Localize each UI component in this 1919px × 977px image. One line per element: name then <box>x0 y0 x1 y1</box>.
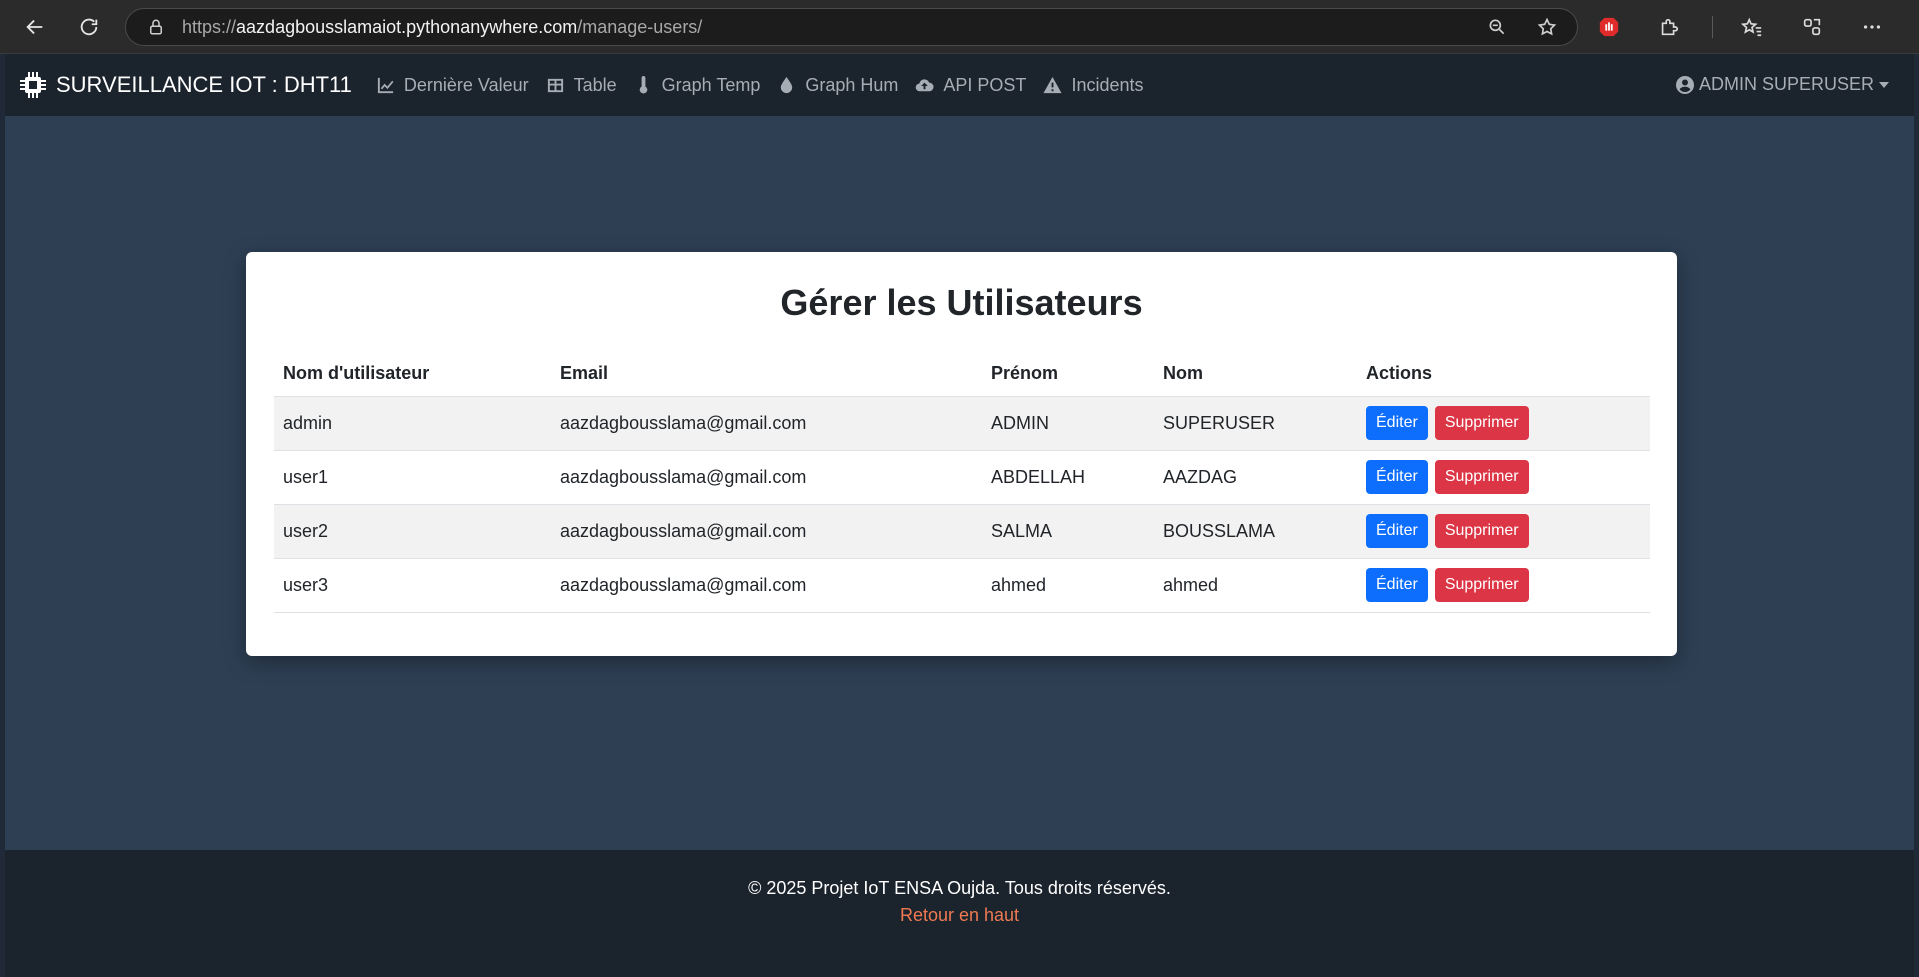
edit-button[interactable]: Éditer <box>1366 568 1428 602</box>
delete-button[interactable]: Supprimer <box>1434 514 1529 548</box>
nav-link-label: Graph Temp <box>661 74 761 95</box>
cell-username: user1 <box>274 450 551 505</box>
warning-icon <box>1043 76 1062 93</box>
brand[interactable]: SURVEILLANCE IOT : DHT11 <box>18 70 352 100</box>
cell-username: user2 <box>274 504 551 559</box>
cell-actions: Éditer Supprimer <box>1357 450 1650 505</box>
delete-button[interactable]: Supprimer <box>1434 568 1529 602</box>
cell-username: admin <box>274 396 551 451</box>
reload-icon[interactable] <box>69 7 109 47</box>
favorite-star-icon[interactable] <box>1535 15 1559 39</box>
cell-email: aazdagbousslama@gmail.com <box>551 504 982 559</box>
column-header: Prénom <box>982 352 1154 397</box>
cell-actions: Éditer Supprimer <box>1357 396 1650 451</box>
cell-email: aazdagbousslama@gmail.com <box>551 396 982 451</box>
nav-link-label: Table <box>573 74 617 95</box>
cell-email: aazdagbousslama@gmail.com <box>551 558 982 613</box>
main-content: Gérer les Utilisateurs Nom d'utilisateur… <box>5 116 1914 850</box>
column-header: Nom <box>1154 352 1357 397</box>
droplet-icon <box>781 76 793 93</box>
zoom-icon[interactable] <box>1485 15 1509 39</box>
user-dropdown[interactable]: ADMIN SUPERUSER <box>1675 74 1889 95</box>
column-header: Actions <box>1357 352 1650 397</box>
url-host: aazdagbousslamaiot.pythonanywhere.com <box>236 16 578 37</box>
edit-button[interactable]: Éditer <box>1366 460 1428 494</box>
cell-last-name: AAZDAG <box>1154 450 1357 505</box>
cell-email: aazdagbousslama@gmail.com <box>551 450 982 505</box>
table-icon <box>547 78 563 92</box>
users-table: Nom d'utilisateur Email Prénom Nom Actio… <box>274 352 1650 613</box>
chevron-down-icon <box>1879 81 1889 88</box>
extensions-puzzle-icon[interactable] <box>1652 10 1686 44</box>
nav-link-label: API POST <box>943 74 1027 95</box>
cell-last-name: BOUSSLAMA <box>1154 504 1357 559</box>
nav-link-table[interactable]: Table <box>546 75 617 96</box>
brand-title: SURVEILLANCE IOT : DHT11 <box>56 72 352 97</box>
address-bar[interactable]: https://aazdagbousslamaiot.pythonanywher… <box>125 8 1578 46</box>
url-prefix: https:// <box>182 16 237 37</box>
user-name: ADMIN SUPERUSER <box>1698 74 1874 94</box>
table-row: user1 aazdagbousslama@gmail.com ABDELLAH… <box>274 450 1650 505</box>
cell-last-name: SUPERUSER <box>1154 396 1357 451</box>
back-to-top-link[interactable]: Retour en haut <box>5 905 1914 926</box>
column-header: Nom d'utilisateur <box>274 352 551 397</box>
cell-first-name: ABDELLAH <box>982 450 1154 505</box>
url-path: /manage-users/ <box>577 16 703 37</box>
cell-first-name: SALMA <box>982 504 1154 559</box>
users-card: Gérer les Utilisateurs Nom d'utilisateur… <box>246 252 1677 656</box>
footer: © 2025 Projet IoT ENSA Oujda. Tous droit… <box>5 850 1914 977</box>
url-text[interactable]: https://aazdagbousslamaiot.pythonanywher… <box>182 17 702 38</box>
chart-line-icon <box>377 77 394 93</box>
copyright-text: © 2025 Projet IoT ENSA Oujda. Tous droit… <box>748 878 1171 898</box>
nav-link-graph-temp[interactable]: Graph Temp <box>634 74 761 96</box>
nav-link-label: Dernière Valeur <box>403 74 529 95</box>
table-row: admin aazdagbousslama@gmail.com ADMIN SU… <box>274 396 1650 451</box>
nav-link-graph-hum[interactable]: Graph Hum <box>777 75 898 96</box>
edit-button[interactable]: Éditer <box>1366 406 1428 440</box>
lock-icon <box>146 17 166 37</box>
cell-actions: Éditer Supprimer <box>1357 558 1650 613</box>
thermometer-icon <box>639 75 647 94</box>
chip-icon <box>20 72 46 98</box>
adblock-hand-icon[interactable] <box>1592 10 1626 44</box>
more-dots-icon[interactable] <box>1855 10 1889 44</box>
nav-link-incidents[interactable]: Incidents <box>1043 75 1143 96</box>
table-row: user3 aazdagbousslama@gmail.com ahmed ah… <box>274 558 1650 613</box>
cell-first-name: ahmed <box>982 558 1154 613</box>
table-header-row: Nom d'utilisateur Email Prénom Nom Actio… <box>274 352 1650 397</box>
nav-link-label: Graph Hum <box>805 74 899 95</box>
back-arrow-icon[interactable] <box>15 7 55 47</box>
delete-button[interactable]: Supprimer <box>1434 406 1529 440</box>
cell-first-name: ADMIN <box>982 396 1154 451</box>
cell-username: user3 <box>274 558 551 613</box>
column-header: Email <box>551 352 982 397</box>
nav-link-derniere-valeur[interactable]: Dernière Valeur <box>376 75 529 96</box>
favorites-list-icon[interactable] <box>1735 10 1769 44</box>
copilot-icon[interactable] <box>1915 10 1919 44</box>
nav-link-label: Incidents <box>1071 74 1144 95</box>
browser-toolbar: https://aazdagbousslamaiot.pythonanywher… <box>0 0 1919 54</box>
cloud-upload-icon <box>916 78 934 91</box>
nav-link-api-post[interactable]: API POST <box>915 75 1026 96</box>
app-navbar: SURVEILLANCE IOT : DHT11 Dernière Valeur… <box>5 54 1914 116</box>
edit-button[interactable]: Éditer <box>1366 514 1428 548</box>
cell-actions: Éditer Supprimer <box>1357 504 1650 559</box>
toolbar-divider <box>1712 16 1713 38</box>
cell-last-name: ahmed <box>1154 558 1357 613</box>
delete-button[interactable]: Supprimer <box>1434 460 1529 494</box>
page-title: Gérer les Utilisateurs <box>780 282 1143 323</box>
user-circle-icon <box>1675 75 1694 94</box>
table-row: user2 aazdagbousslama@gmail.com SALMA BO… <box>274 504 1650 559</box>
collections-icon[interactable] <box>1795 10 1829 44</box>
